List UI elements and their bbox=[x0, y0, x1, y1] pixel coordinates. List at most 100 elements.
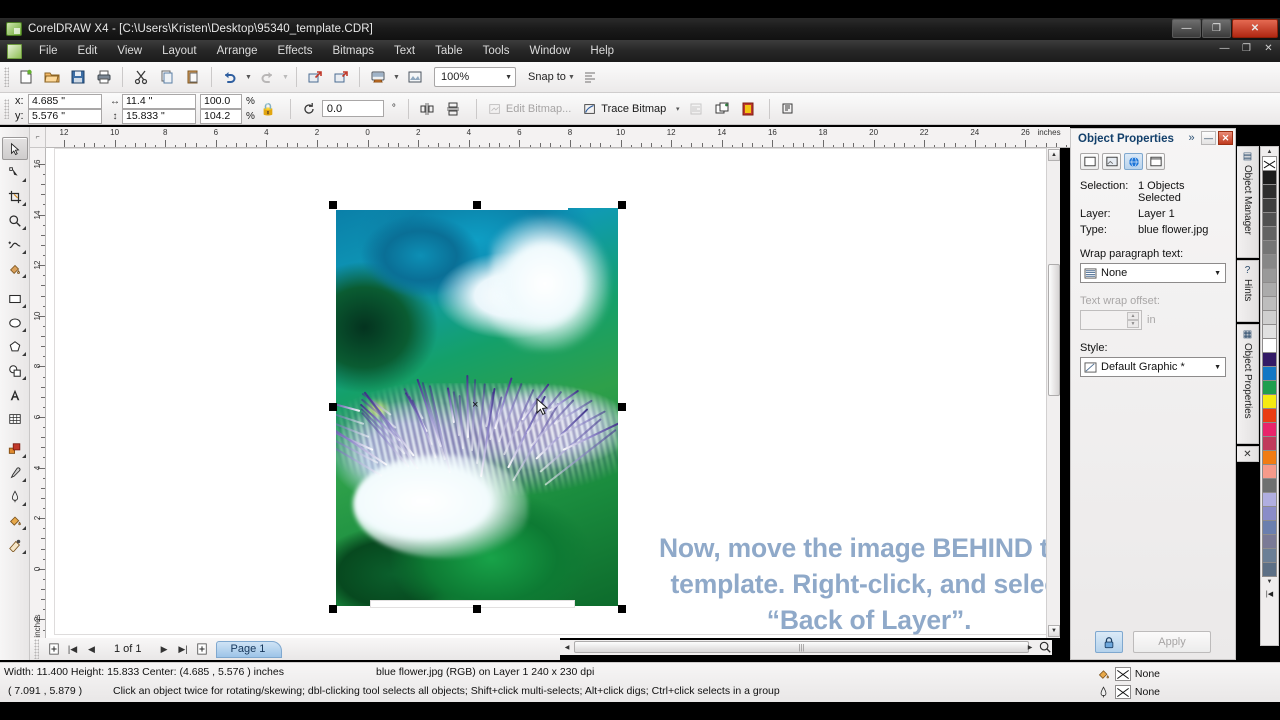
docker-tab-general[interactable] bbox=[1146, 153, 1165, 170]
vertical-ruler[interactable]: 16 14 12 10 8 6 4 2 0 2 inches bbox=[30, 148, 46, 638]
vertical-tab-object-properties[interactable]: ▦ Object Properties bbox=[1237, 324, 1259, 444]
zoom-tool[interactable] bbox=[2, 209, 28, 232]
freehand-tool[interactable] bbox=[2, 233, 28, 256]
menu-text[interactable]: Text bbox=[384, 42, 425, 60]
palette-expand-button[interactable]: |◀ bbox=[1262, 587, 1277, 600]
color-swatch[interactable] bbox=[1262, 282, 1277, 297]
horizontal-scroll-thumb[interactable]: ||| bbox=[574, 641, 1029, 653]
color-swatch[interactable] bbox=[1262, 436, 1277, 451]
color-swatch[interactable] bbox=[1262, 548, 1277, 563]
lock-ratio-icon[interactable]: 🔒 bbox=[261, 102, 276, 116]
flyout-arrow-icon[interactable] bbox=[21, 250, 26, 254]
interactive-fill-tool[interactable] bbox=[2, 533, 28, 556]
color-swatch[interactable] bbox=[1262, 422, 1277, 437]
color-swatch[interactable] bbox=[1262, 212, 1277, 227]
object-width-input[interactable]: 11.4 " bbox=[122, 93, 196, 109]
flyout-arrow-icon[interactable] bbox=[21, 550, 26, 554]
clipboard-paste-icon[interactable] bbox=[181, 65, 205, 89]
color-swatch[interactable] bbox=[1262, 310, 1277, 325]
folder-open-icon[interactable] bbox=[40, 65, 64, 89]
fill-tool[interactable] bbox=[2, 509, 28, 532]
eyedropper-tool[interactable] bbox=[2, 461, 28, 484]
undo-dropdown-arrow-icon[interactable]: ▼ bbox=[243, 65, 254, 89]
color-swatch[interactable] bbox=[1262, 450, 1277, 465]
drawing-canvas[interactable]: × Now, move the image BEHIND the templat… bbox=[46, 148, 1054, 638]
crop-tool[interactable] bbox=[2, 185, 28, 208]
flyout-arrow-icon[interactable] bbox=[21, 526, 26, 530]
color-swatch[interactable] bbox=[1262, 464, 1277, 479]
table-tool[interactable] bbox=[2, 407, 28, 430]
outline-tool[interactable] bbox=[2, 485, 28, 508]
flyout-arrow-icon[interactable] bbox=[21, 454, 26, 458]
menu-layout[interactable]: Layout bbox=[152, 42, 207, 60]
first-page-button[interactable]: |◀ bbox=[64, 641, 81, 658]
flyout-arrow-icon[interactable] bbox=[21, 274, 26, 278]
selection-handle-bottom-left[interactable] bbox=[329, 605, 337, 613]
scale-vertical-input[interactable]: 104.2 bbox=[200, 108, 242, 124]
mirror-vertical-icon[interactable] bbox=[441, 97, 465, 121]
menu-edit[interactable]: Edit bbox=[68, 42, 108, 60]
monitor-icon[interactable] bbox=[366, 65, 390, 89]
color-palette[interactable]: ▲ ▼ |◀ bbox=[1260, 146, 1279, 646]
add-page-before-button[interactable] bbox=[45, 641, 62, 658]
smart-fill-tool[interactable] bbox=[2, 257, 28, 280]
snap-to-label[interactable]: Snap to bbox=[528, 71, 566, 83]
x-position-input[interactable]: 4.685 " bbox=[28, 93, 102, 109]
ellipse-tool[interactable] bbox=[2, 311, 28, 334]
polygon-tool[interactable] bbox=[2, 335, 28, 358]
document-minimize-button[interactable]: — bbox=[1218, 43, 1231, 54]
docker-tab-fill[interactable] bbox=[1102, 153, 1121, 170]
swatch-none[interactable] bbox=[1262, 156, 1277, 171]
to-front-icon[interactable] bbox=[710, 97, 734, 121]
docker-minimize-button[interactable]: — bbox=[1201, 131, 1216, 145]
flyout-arrow-icon[interactable] bbox=[21, 202, 26, 206]
pick-tool[interactable] bbox=[1, 137, 28, 160]
fill-indicator-row[interactable]: None bbox=[1097, 665, 1160, 683]
mirror-horizontal-icon[interactable] bbox=[415, 97, 439, 121]
color-swatch[interactable] bbox=[1262, 184, 1277, 199]
snap-to-dropdown-arrow-icon[interactable]: ▼ bbox=[566, 65, 577, 89]
scissors-icon[interactable] bbox=[129, 65, 153, 89]
menu-bitmaps[interactable]: Bitmaps bbox=[322, 42, 384, 60]
flyout-arrow-icon[interactable] bbox=[21, 352, 26, 356]
lock-apply-toggle-button[interactable] bbox=[1095, 631, 1123, 653]
picture-icon[interactable] bbox=[403, 65, 427, 89]
selection-handle-middle-right[interactable] bbox=[618, 403, 626, 411]
property-bar-grip[interactable] bbox=[4, 98, 9, 119]
color-swatch[interactable] bbox=[1262, 240, 1277, 255]
color-swatch[interactable] bbox=[1262, 226, 1277, 241]
close-button[interactable]: ✕ bbox=[1232, 19, 1278, 38]
scroll-right-button[interactable]: ▶ bbox=[1024, 641, 1036, 653]
outline-indicator-row[interactable]: None bbox=[1097, 683, 1160, 701]
color-swatch[interactable] bbox=[1262, 296, 1277, 311]
previous-page-button[interactable]: ◀ bbox=[83, 641, 100, 658]
color-swatch[interactable] bbox=[1262, 478, 1277, 493]
selection-handle-bottom-center[interactable] bbox=[473, 605, 481, 613]
selection-handle-top-center[interactable] bbox=[473, 201, 481, 209]
redo-dropdown-arrow-icon[interactable]: ▼ bbox=[280, 65, 291, 89]
wrap-paragraph-combobox[interactable]: None ▼ bbox=[1080, 263, 1226, 283]
selection-handle-middle-left[interactable] bbox=[329, 403, 337, 411]
bitmap-color-mask-icon[interactable] bbox=[736, 97, 760, 121]
object-height-input[interactable]: 15.833 " bbox=[122, 108, 196, 124]
maximize-button[interactable]: ❐ bbox=[1202, 19, 1231, 38]
floppy-save-icon[interactable] bbox=[66, 65, 90, 89]
vertical-tabs-close-button[interactable]: ✕ bbox=[1237, 446, 1259, 462]
menu-window[interactable]: Window bbox=[519, 42, 580, 60]
text-tool[interactable] bbox=[2, 383, 28, 406]
y-position-input[interactable]: 5.576 " bbox=[28, 108, 102, 124]
trace-bitmap-dropdown-arrow-icon[interactable]: ▾ bbox=[672, 97, 683, 121]
text-wrap-icon[interactable] bbox=[776, 97, 800, 121]
color-swatch[interactable] bbox=[1262, 198, 1277, 213]
blend-tool[interactable] bbox=[2, 437, 28, 460]
docker-collapse-button[interactable]: » bbox=[1184, 131, 1199, 145]
scroll-down-button[interactable]: ▼ bbox=[1048, 625, 1060, 637]
zoom-level-combobox[interactable]: 100% ▼ bbox=[434, 67, 516, 87]
color-swatch[interactable] bbox=[1262, 352, 1277, 367]
menu-effects[interactable]: Effects bbox=[268, 42, 323, 60]
flyout-arrow-icon[interactable] bbox=[21, 502, 26, 506]
export-icon[interactable] bbox=[329, 65, 353, 89]
options-icon[interactable] bbox=[578, 65, 602, 89]
palette-scroll-down-button[interactable]: ▼ bbox=[1262, 576, 1277, 587]
color-swatch[interactable] bbox=[1262, 338, 1277, 353]
